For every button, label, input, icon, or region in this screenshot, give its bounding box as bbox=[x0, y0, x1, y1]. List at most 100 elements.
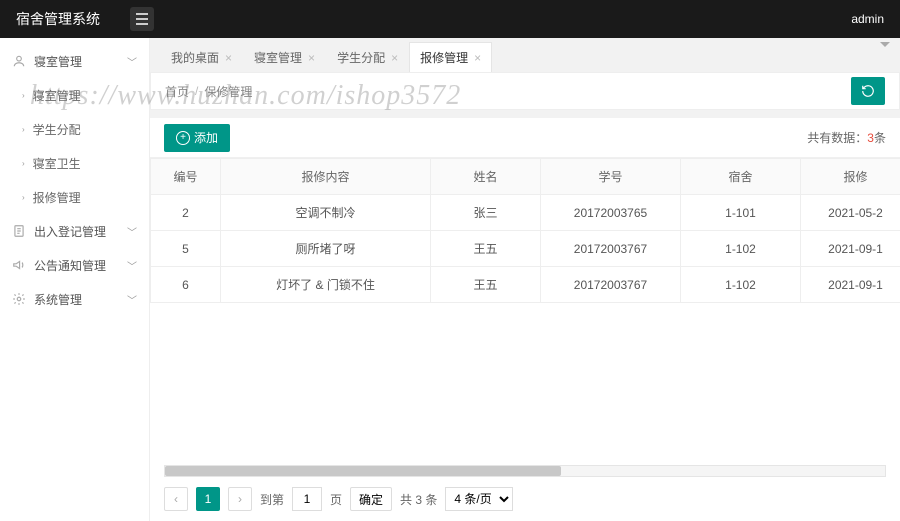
gear-icon bbox=[12, 292, 26, 306]
doc-icon bbox=[12, 224, 26, 238]
col-header-id[interactable]: 编号 bbox=[151, 159, 221, 195]
tab-dorm[interactable]: 寝室管理 × bbox=[243, 42, 326, 72]
sidebar-item-label: 寝室卫生 bbox=[33, 155, 81, 172]
page-number-button[interactable]: 1 bbox=[196, 487, 220, 511]
chevron-down-icon: ﹀ bbox=[127, 224, 137, 239]
cell-date: 2021-09-1 bbox=[801, 231, 900, 267]
tab-label: 我的桌面 bbox=[171, 49, 219, 66]
col-header-date[interactable]: 报修 bbox=[801, 159, 900, 195]
cell-room: 1-102 bbox=[681, 231, 801, 267]
col-header-name[interactable]: 姓名 bbox=[431, 159, 541, 195]
topbar: 宿舍管理系统 admin bbox=[0, 0, 900, 38]
page-suffix-label: 页 bbox=[330, 491, 342, 508]
sidebar-item-repair[interactable]: › 报修管理 bbox=[0, 180, 149, 214]
cell-id: 5 bbox=[151, 231, 221, 267]
cell-id: 2 bbox=[151, 195, 221, 231]
chevron-right-icon: › bbox=[22, 193, 25, 202]
sidebar-item-label: 公告通知管理 bbox=[34, 257, 106, 274]
sidebar-item-label: 寝室管理 bbox=[34, 53, 82, 70]
close-icon[interactable]: × bbox=[391, 51, 398, 65]
refresh-button[interactable] bbox=[851, 77, 885, 105]
sidebar-item-dorm-manage[interactable]: › 寝室管理 bbox=[0, 78, 149, 112]
system-title: 宿舍管理系统 bbox=[16, 9, 100, 29]
chevron-down-icon: ﹀ bbox=[127, 54, 137, 69]
user-name: admin bbox=[851, 12, 884, 26]
tab-bar: 我的桌面 × 寝室管理 × 学生分配 × 报修管理 × bbox=[150, 38, 900, 72]
chevron-down-icon: ﹀ bbox=[127, 258, 137, 273]
tab-repair[interactable]: 报修管理 × bbox=[409, 42, 492, 72]
sidebar-item-dorm[interactable]: 寝室管理 ﹀ bbox=[0, 44, 149, 78]
table-row[interactable]: 5厕所堵了呀王五201720037671-1022021-09-1 bbox=[151, 231, 900, 267]
cell-date: 2021-05-2 bbox=[801, 195, 900, 231]
sidebar: 寝室管理 ﹀ › 寝室管理 › 学生分配 › 寝室卫生 › 报修管理 出入登记管… bbox=[0, 38, 150, 521]
sidebar-item-label: 系统管理 bbox=[34, 291, 82, 308]
toolbar: + 添加 共有数据：3条 bbox=[150, 118, 900, 158]
main-area: 我的桌面 × 寝室管理 × 学生分配 × 报修管理 × 首页 / 保修管理 + 添加 bbox=[150, 38, 900, 521]
cell-name: 王五 bbox=[431, 231, 541, 267]
tab-assign[interactable]: 学生分配 × bbox=[326, 42, 409, 72]
breadcrumb-home[interactable]: 首页 bbox=[165, 83, 189, 100]
chevron-right-icon: › bbox=[22, 125, 25, 134]
record-count: 共有数据：3条 bbox=[807, 129, 886, 146]
sidebar-item-label: 寝室管理 bbox=[33, 87, 81, 104]
sidebar-item-student-assign[interactable]: › 学生分配 bbox=[0, 112, 149, 146]
sidebar-item-dorm-hygiene[interactable]: › 寝室卫生 bbox=[0, 146, 149, 180]
repair-table: 编号 报修内容 姓名 学号 宿舍 报修 2空调不制冷张三201720037651… bbox=[150, 158, 900, 303]
sidebar-item-label: 学生分配 bbox=[33, 121, 81, 138]
breadcrumb-separator: / bbox=[195, 84, 198, 98]
chevron-down-icon bbox=[880, 42, 890, 47]
menu-toggle-button[interactable] bbox=[130, 7, 154, 31]
close-icon[interactable]: × bbox=[474, 51, 481, 65]
prev-page-button[interactable]: ‹ bbox=[164, 487, 188, 511]
sidebar-item-system[interactable]: 系统管理 ﹀ bbox=[0, 282, 149, 316]
sidebar-item-label: 出入登记管理 bbox=[34, 223, 106, 240]
sidebar-item-notice[interactable]: 公告通知管理 ﹀ bbox=[0, 248, 149, 282]
cell-content: 厕所堵了呀 bbox=[221, 231, 431, 267]
add-button[interactable]: + 添加 bbox=[164, 124, 230, 152]
cell-room: 1-102 bbox=[681, 267, 801, 303]
horn-icon bbox=[12, 258, 26, 272]
tab-label: 寝室管理 bbox=[254, 49, 302, 66]
cell-date: 2021-09-1 bbox=[801, 267, 900, 303]
col-header-sid[interactable]: 学号 bbox=[541, 159, 681, 195]
chevron-right-icon: › bbox=[22, 159, 25, 168]
table-row[interactable]: 2空调不制冷张三201720037651-1012021-05-2 bbox=[151, 195, 900, 231]
cell-sid: 20172003765 bbox=[541, 195, 681, 231]
refresh-icon bbox=[861, 84, 875, 98]
col-header-room[interactable]: 宿舍 bbox=[681, 159, 801, 195]
cell-sid: 20172003767 bbox=[541, 231, 681, 267]
col-header-content[interactable]: 报修内容 bbox=[221, 159, 431, 195]
chevron-right-icon: › bbox=[22, 91, 25, 100]
close-icon[interactable]: × bbox=[225, 51, 232, 65]
user-icon bbox=[12, 54, 26, 68]
tab-label: 报修管理 bbox=[420, 49, 468, 66]
cell-name: 张三 bbox=[431, 195, 541, 231]
cell-sid: 20172003767 bbox=[541, 267, 681, 303]
breadcrumb: 首页 / 保修管理 bbox=[150, 72, 900, 110]
chevron-down-icon: ﹀ bbox=[127, 292, 137, 307]
cell-id: 6 bbox=[151, 267, 221, 303]
user-menu[interactable]: admin bbox=[851, 12, 884, 26]
next-page-button[interactable]: › bbox=[228, 487, 252, 511]
add-button-label: 添加 bbox=[194, 129, 218, 146]
scrollbar-thumb[interactable] bbox=[165, 466, 561, 476]
page-input[interactable] bbox=[292, 487, 322, 511]
tab-desktop[interactable]: 我的桌面 × bbox=[160, 42, 243, 72]
tab-label: 学生分配 bbox=[337, 49, 385, 66]
cell-room: 1-101 bbox=[681, 195, 801, 231]
goto-label: 到第 bbox=[260, 491, 284, 508]
cell-content: 灯坏了 & 门锁不住 bbox=[221, 267, 431, 303]
sidebar-item-checkin[interactable]: 出入登记管理 ﹀ bbox=[0, 214, 149, 248]
plus-icon: + bbox=[176, 131, 190, 145]
close-icon[interactable]: × bbox=[308, 51, 315, 65]
cell-name: 王五 bbox=[431, 267, 541, 303]
total-label: 共 3 条 bbox=[400, 491, 437, 508]
page-size-select[interactable]: 4 条/页 bbox=[445, 487, 513, 511]
cell-content: 空调不制冷 bbox=[221, 195, 431, 231]
goto-confirm-button[interactable]: 确定 bbox=[350, 487, 392, 511]
breadcrumb-current: 保修管理 bbox=[204, 83, 252, 100]
sidebar-item-label: 报修管理 bbox=[33, 189, 81, 206]
table-row[interactable]: 6灯坏了 & 门锁不住王五201720037671-1022021-09-1 bbox=[151, 267, 900, 303]
h-scrollbar[interactable] bbox=[164, 465, 886, 477]
pagination: ‹ 1 › 到第 页 确定 共 3 条 4 条/页 bbox=[150, 477, 900, 521]
